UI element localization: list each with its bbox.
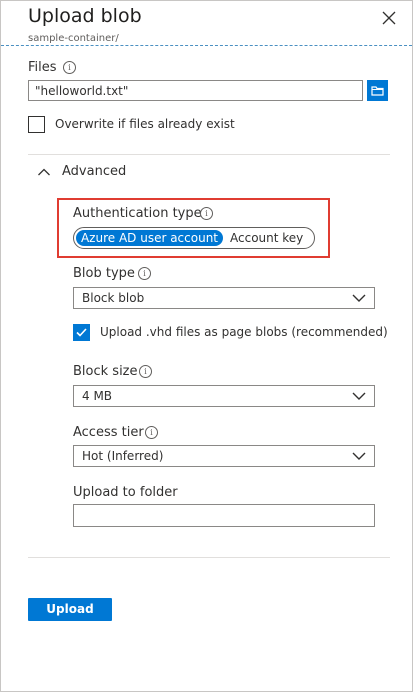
panel-title: Upload blob — [28, 5, 142, 27]
blob-type-info-icon[interactable]: i — [138, 267, 151, 280]
blob-type-value: Block blob — [82, 291, 145, 305]
checkmark-icon — [76, 328, 87, 337]
blob-type-label: Blob type — [73, 266, 135, 281]
vhd-page-blob-label: Upload .vhd files as page blobs (recomme… — [100, 325, 388, 339]
access-tier-select[interactable]: Hot (Inferred) — [73, 445, 375, 467]
overwrite-checkbox[interactable] — [28, 116, 45, 133]
browse-folder-button[interactable] — [367, 80, 388, 101]
section-divider — [28, 154, 390, 155]
upload-blob-panel: Upload blob sample-container/ Files i "h… — [0, 0, 413, 692]
panel-subtitle: sample-container/ — [28, 33, 119, 44]
block-size-info-icon[interactable]: i — [139, 365, 152, 378]
files-label: Files — [28, 60, 57, 75]
overwrite-label: Overwrite if files already exist — [55, 117, 235, 131]
auth-type-label: Authentication type — [73, 206, 202, 221]
chevron-down-icon — [352, 392, 366, 400]
close-icon[interactable] — [380, 9, 398, 27]
block-size-value: 4 MB — [82, 389, 113, 403]
upload-folder-label: Upload to folder — [73, 485, 178, 500]
upload-folder-input[interactable] — [73, 504, 375, 527]
auth-type-toggle: Azure AD user account Account key — [73, 227, 315, 249]
files-input[interactable]: "helloworld.txt" — [28, 80, 363, 101]
files-info-icon[interactable]: i — [63, 61, 76, 74]
blob-type-select[interactable]: Block blob — [73, 287, 375, 309]
access-tier-value: Hot (Inferred) — [82, 449, 164, 463]
block-size-label: Block size — [73, 364, 138, 379]
vhd-page-blob-checkbox[interactable] — [73, 324, 90, 341]
chevron-down-icon — [352, 294, 366, 302]
chevron-down-icon — [352, 452, 366, 460]
auth-option-account-key[interactable]: Account key — [230, 230, 303, 246]
upload-button[interactable]: Upload — [28, 598, 112, 621]
auth-option-azure-ad[interactable]: Azure AD user account — [76, 230, 223, 246]
footer-divider — [28, 557, 390, 558]
chevron-up-icon[interactable] — [37, 164, 51, 178]
auth-info-icon[interactable]: i — [200, 207, 213, 220]
access-tier-label: Access tier — [73, 425, 144, 440]
advanced-toggle[interactable]: Advanced — [62, 164, 126, 179]
access-tier-info-icon[interactable]: i — [145, 426, 158, 439]
block-size-select[interactable]: 4 MB — [73, 385, 375, 407]
folder-icon — [371, 86, 384, 96]
header-divider — [1, 45, 412, 46]
